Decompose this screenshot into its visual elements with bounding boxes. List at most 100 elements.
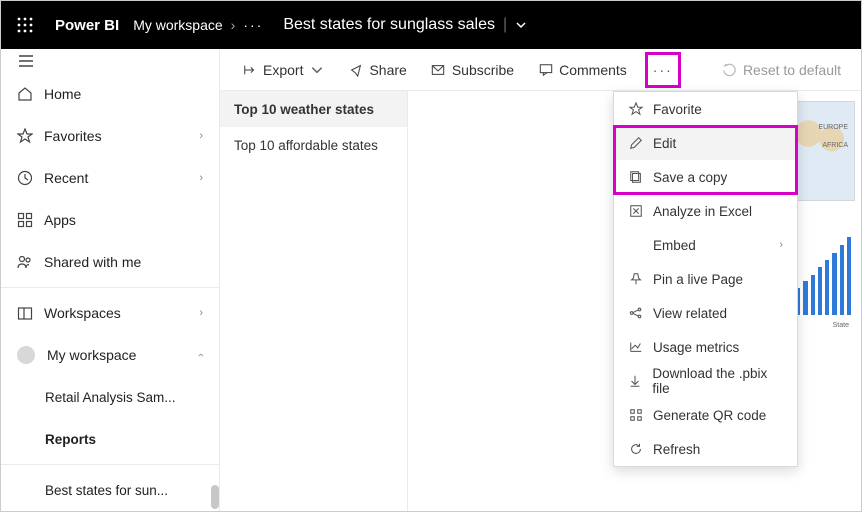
bar xyxy=(847,237,851,315)
scrollbar-thumb[interactable] xyxy=(211,485,219,509)
menu-refresh[interactable]: Refresh xyxy=(614,432,797,466)
chevron-right-icon: › xyxy=(199,172,203,184)
menu-analyze-label: Analyze in Excel xyxy=(653,204,752,219)
nav-favorites[interactable]: Favorites › xyxy=(1,115,219,157)
nav-ws-active-report[interactable]: Best states for sun... xyxy=(1,469,219,511)
reset-label: Reset to default xyxy=(743,62,841,78)
page-list: Top 10 weather states Top 10 affordable … xyxy=(220,91,408,511)
star-icon xyxy=(17,129,32,144)
nav-home-label: Home xyxy=(44,86,81,102)
related-icon xyxy=(628,306,643,321)
nav-ws-retail-label: Retail Analysis Sam... xyxy=(45,390,176,405)
share-icon xyxy=(348,62,363,77)
chevron-right-icon: › xyxy=(779,239,783,251)
breadcrumb: My workspace › ··· xyxy=(133,17,263,33)
brand-label[interactable]: Power BI xyxy=(49,17,125,34)
nav-my-workspace-label: My workspace xyxy=(47,347,136,363)
menu-edit[interactable]: Edit xyxy=(614,126,797,160)
menu-favorite-label: Favorite xyxy=(653,102,702,117)
undo-icon xyxy=(722,62,737,77)
menu-download-label: Download the .pbix file xyxy=(652,366,783,396)
nav-apps[interactable]: Apps xyxy=(1,199,219,241)
nav-shared-label: Shared with me xyxy=(44,254,141,270)
breadcrumb-workspace[interactable]: My workspace xyxy=(133,17,222,33)
clock-icon xyxy=(17,171,32,186)
chevron-right-icon: › xyxy=(199,130,203,142)
menu-save-copy-label: Save a copy xyxy=(653,170,727,185)
title-dropdown[interactable] xyxy=(515,19,527,31)
menu-pin[interactable]: Pin a live Page xyxy=(614,262,797,296)
reset-button[interactable]: Reset to default xyxy=(712,62,851,78)
menu-qr[interactable]: Generate QR code xyxy=(614,398,797,432)
nav-recent-label: Recent xyxy=(44,170,88,186)
copy-icon xyxy=(628,170,643,185)
nav-favorites-label: Favorites xyxy=(44,128,102,144)
export-label: Export xyxy=(263,62,303,78)
workspaces-icon xyxy=(17,306,32,321)
nav-recent[interactable]: Recent › xyxy=(1,157,219,199)
menu-download[interactable]: Download the .pbix file xyxy=(614,364,797,398)
nav-workspaces-label: Workspaces xyxy=(44,305,121,321)
people-icon xyxy=(17,255,32,270)
hamburger-icon[interactable] xyxy=(1,49,219,73)
nav-separator xyxy=(1,287,219,288)
nav-separator xyxy=(1,464,219,465)
page-tab-weather-label: Top 10 weather states xyxy=(234,102,374,117)
chevron-right-icon: › xyxy=(199,307,203,319)
export-button[interactable]: Export xyxy=(232,53,334,87)
home-icon xyxy=(17,87,32,102)
share-button[interactable]: Share xyxy=(338,53,416,87)
avatar-icon xyxy=(17,346,35,364)
menu-pin-label: Pin a live Page xyxy=(653,272,743,287)
export-icon xyxy=(242,62,257,77)
bar xyxy=(803,281,807,315)
title-separator: | xyxy=(503,16,507,34)
menu-save-copy[interactable]: Save a copy xyxy=(614,160,797,194)
more-options-button[interactable]: ··· xyxy=(645,52,681,88)
mail-icon xyxy=(431,62,446,77)
menu-analyze-excel[interactable]: Analyze in Excel xyxy=(614,194,797,228)
nav-ws-reports[interactable]: Reports xyxy=(1,418,219,460)
breadcrumb-more[interactable]: ··· xyxy=(243,17,263,33)
toolbar: Export Share Subscribe Comments ··· Rese… xyxy=(220,49,861,91)
menu-edit-label: Edit xyxy=(653,136,676,151)
metrics-icon xyxy=(628,340,643,355)
bar xyxy=(811,275,815,315)
nav-my-workspace[interactable]: My workspace › xyxy=(1,334,219,376)
page-title: Best states for sunglass sales xyxy=(283,16,495,34)
nav-ws-retail[interactable]: Retail Analysis Sam... xyxy=(1,376,219,418)
refresh-icon xyxy=(628,442,643,457)
nav-home[interactable]: Home xyxy=(1,73,219,115)
pencil-icon xyxy=(628,136,643,151)
menu-related[interactable]: View related xyxy=(614,296,797,330)
chevron-down-icon xyxy=(309,62,324,77)
menu-related-label: View related xyxy=(653,306,727,321)
page-tab-weather[interactable]: Top 10 weather states xyxy=(220,91,407,127)
comments-button[interactable]: Comments xyxy=(528,53,637,87)
download-icon xyxy=(628,374,642,389)
more-icon: ··· xyxy=(653,62,673,78)
menu-refresh-label: Refresh xyxy=(653,442,700,457)
nav-ws-reports-label: Reports xyxy=(45,432,96,447)
more-options-menu: Favorite Edit Save a copy Analyze in Exc… xyxy=(613,91,798,467)
page-tab-affordable-label: Top 10 affordable states xyxy=(234,138,378,153)
menu-usage[interactable]: Usage metrics xyxy=(614,330,797,364)
map-label-europe: EUROPE xyxy=(818,124,848,131)
nav-apps-label: Apps xyxy=(44,212,76,228)
star-icon xyxy=(628,102,643,117)
menu-embed-label: Embed xyxy=(653,238,696,253)
title-area: Best states for sunglass sales | xyxy=(283,16,527,34)
menu-embed[interactable]: Embed › xyxy=(614,228,797,262)
map-label-africa: AFRICA xyxy=(822,142,848,149)
nav-workspaces[interactable]: Workspaces › xyxy=(1,292,219,334)
page-tab-affordable[interactable]: Top 10 affordable states xyxy=(220,127,407,163)
nav-shared[interactable]: Shared with me xyxy=(1,241,219,283)
apps-icon xyxy=(17,213,32,228)
menu-usage-label: Usage metrics xyxy=(653,340,739,355)
pin-icon xyxy=(628,272,643,287)
app-launcher-icon[interactable] xyxy=(9,9,41,41)
menu-favorite[interactable]: Favorite xyxy=(614,92,797,126)
comments-label: Comments xyxy=(559,62,627,78)
bar xyxy=(818,267,822,315)
subscribe-button[interactable]: Subscribe xyxy=(421,53,524,87)
